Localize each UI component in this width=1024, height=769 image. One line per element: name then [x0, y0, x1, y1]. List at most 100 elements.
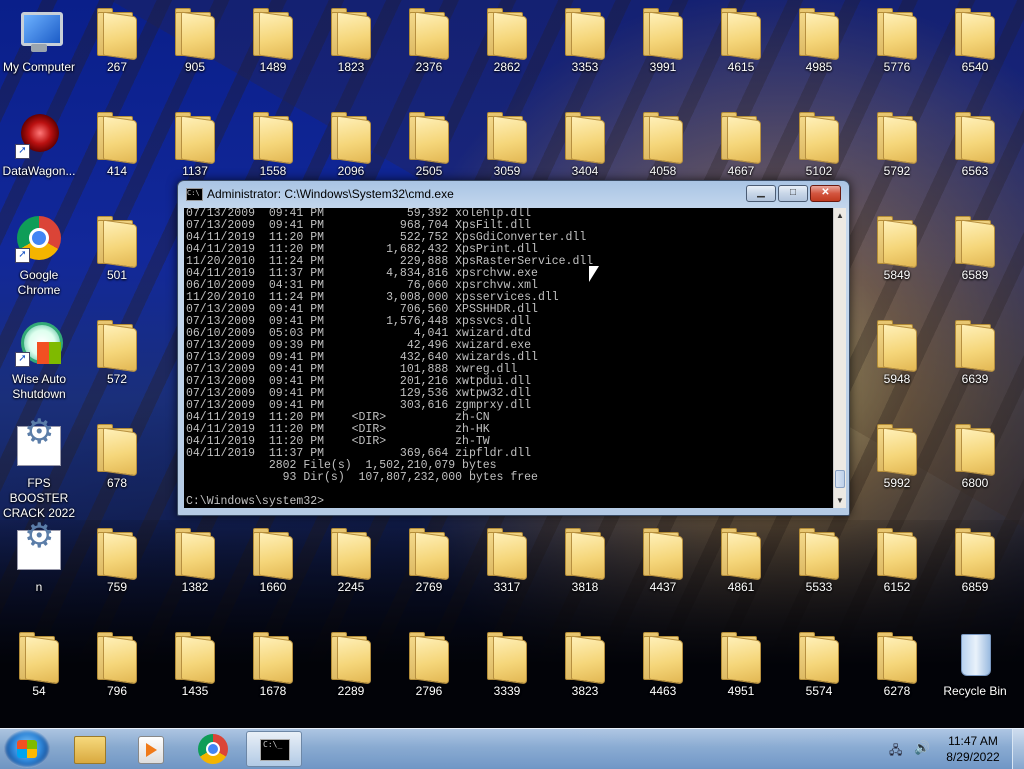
- wise-shutdown-icon: ➚: [15, 320, 63, 368]
- computer-icon: [15, 8, 63, 56]
- folder-desktop-icon[interactable]: 1382: [156, 522, 234, 620]
- folder-desktop-icon[interactable]: 759: [78, 522, 156, 620]
- folder-desktop-icon[interactable]: 6540: [936, 2, 1014, 100]
- recycle-bin-desktop-icon[interactable]: Recycle Bin: [936, 626, 1014, 724]
- folder-desktop-icon[interactable]: 2769: [390, 522, 468, 620]
- media-player-icon: [138, 736, 164, 764]
- folder-desktop-icon[interactable]: 5792: [858, 106, 936, 204]
- folder-desktop-icon[interactable]: 4615: [702, 2, 780, 100]
- icon-label: 6540: [961, 60, 989, 74]
- icon-label: Recycle Bin: [943, 684, 1007, 698]
- taskbar-cmd-button[interactable]: C:\_: [246, 731, 302, 767]
- taskbar-explorer-button[interactable]: [60, 731, 116, 767]
- folder-desktop-icon[interactable]: 6859: [936, 522, 1014, 620]
- folder-icon: [717, 112, 765, 165]
- icon-label: 2289: [337, 684, 365, 698]
- show-desktop-button[interactable]: [1012, 729, 1024, 769]
- folder-desktop-icon[interactable]: 1489: [234, 2, 312, 100]
- folder-icon: [249, 528, 297, 581]
- scroll-up-arrow-icon[interactable]: ▲: [834, 208, 846, 223]
- folder-desktop-icon[interactable]: 2289: [312, 626, 390, 724]
- folder-desktop-icon[interactable]: 905: [156, 2, 234, 100]
- folder-desktop-icon[interactable]: 2796: [390, 626, 468, 724]
- folder-desktop-icon[interactable]: 3317: [468, 522, 546, 620]
- folder-desktop-icon[interactable]: 4463: [624, 626, 702, 724]
- maximize-button[interactable]: □: [778, 185, 808, 202]
- google-chrome-desktop-icon[interactable]: ➚ Google Chrome: [0, 210, 78, 308]
- folder-desktop-icon[interactable]: 2862: [468, 2, 546, 100]
- folder-desktop-icon[interactable]: 6800: [936, 418, 1014, 516]
- scrollbar-thumb[interactable]: [835, 470, 845, 488]
- folder-desktop-icon[interactable]: 1823: [312, 2, 390, 100]
- folder-desktop-icon[interactable]: 267: [78, 2, 156, 100]
- icon-label: 2376: [415, 60, 443, 74]
- folder-desktop-icon[interactable]: 5533: [780, 522, 858, 620]
- folder-desktop-icon[interactable]: 4861: [702, 522, 780, 620]
- icon-label: 1382: [181, 580, 209, 594]
- folder-desktop-icon[interactable]: 796: [78, 626, 156, 724]
- vertical-scrollbar[interactable]: ▲ ▼: [833, 208, 846, 508]
- close-button[interactable]: ✕: [810, 185, 841, 202]
- folder-desktop-icon[interactable]: 54: [0, 626, 78, 724]
- folder-desktop-icon[interactable]: 5776: [858, 2, 936, 100]
- folder-desktop-icon[interactable]: 5948: [858, 314, 936, 412]
- folder-desktop-icon[interactable]: 414: [78, 106, 156, 204]
- icon-label: n: [35, 580, 43, 594]
- folder-desktop-icon[interactable]: 2376: [390, 2, 468, 100]
- scroll-down-arrow-icon[interactable]: ▼: [834, 493, 846, 508]
- folder-icon: [951, 8, 999, 61]
- console-output[interactable]: 07/13/2009 09:41 PM 59,392 xolehlp.dll 0…: [184, 208, 833, 508]
- folder-desktop-icon[interactable]: 4951: [702, 626, 780, 724]
- datawagon-desktop-icon[interactable]: ➚ DataWagon...: [0, 106, 78, 204]
- folder-desktop-icon[interactable]: 2245: [312, 522, 390, 620]
- folder-desktop-icon[interactable]: 6278: [858, 626, 936, 724]
- folder-icon: [405, 112, 453, 165]
- folder-icon: [405, 528, 453, 581]
- folder-desktop-icon[interactable]: 3823: [546, 626, 624, 724]
- start-button[interactable]: [4, 730, 50, 768]
- clock-date[interactable]: 8/29/2022: [940, 750, 1006, 764]
- folder-icon: [795, 8, 843, 61]
- folder-desktop-icon[interactable]: 5849: [858, 210, 936, 308]
- folder-desktop-icon[interactable]: 501: [78, 210, 156, 308]
- folder-desktop-icon[interactable]: 572: [78, 314, 156, 412]
- icon-label: 6278: [883, 684, 911, 698]
- volume-icon[interactable]: 🔊: [914, 740, 932, 758]
- minimize-button[interactable]: ▁: [746, 185, 776, 202]
- folder-desktop-icon[interactable]: 6152: [858, 522, 936, 620]
- folder-icon: [717, 8, 765, 61]
- network-icon[interactable]: 🖧: [889, 741, 905, 757]
- folder-desktop-icon[interactable]: 1678: [234, 626, 312, 724]
- my-computer-desktop-icon[interactable]: My Computer: [0, 2, 78, 100]
- icon-label: 5574: [805, 684, 833, 698]
- taskbar-media-player-button[interactable]: [122, 731, 178, 767]
- taskbar-chrome-button[interactable]: [184, 731, 240, 767]
- folder-desktop-icon[interactable]: 6563: [936, 106, 1014, 204]
- folder-desktop-icon[interactable]: 3353: [546, 2, 624, 100]
- n-desktop-icon[interactable]: n: [0, 522, 78, 620]
- wise-auto-shutdown-desktop-icon[interactable]: ➚ Wise Auto Shutdown: [0, 314, 78, 412]
- icon-label: 2096: [337, 164, 365, 178]
- icon-label: 759: [106, 580, 128, 594]
- cmd-window[interactable]: C:\ Administrator: C:\Windows\System32\c…: [177, 180, 850, 516]
- clock-time[interactable]: 11:47 AM: [940, 734, 1006, 748]
- folder-desktop-icon[interactable]: 6639: [936, 314, 1014, 412]
- folder-desktop-icon[interactable]: 678: [78, 418, 156, 516]
- window-titlebar[interactable]: C:\ Administrator: C:\Windows\System32\c…: [178, 181, 849, 207]
- folder-desktop-icon[interactable]: 1435: [156, 626, 234, 724]
- folder-icon: [93, 528, 141, 581]
- recycle-bin-icon: [951, 632, 999, 680]
- folder-desktop-icon[interactable]: 4985: [780, 2, 858, 100]
- folder-desktop-icon[interactable]: 5992: [858, 418, 936, 516]
- folder-desktop-icon[interactable]: 3991: [624, 2, 702, 100]
- folder-desktop-icon[interactable]: 3818: [546, 522, 624, 620]
- icon-label: 1660: [259, 580, 287, 594]
- fps-booster-desktop-icon[interactable]: FPS BOOSTER CRACK 2022: [0, 418, 78, 520]
- icon-label: 2862: [493, 60, 521, 74]
- folder-desktop-icon[interactable]: 1660: [234, 522, 312, 620]
- folder-desktop-icon[interactable]: 5574: [780, 626, 858, 724]
- icon-label: 501: [106, 268, 128, 282]
- folder-desktop-icon[interactable]: 4437: [624, 522, 702, 620]
- folder-desktop-icon[interactable]: 3339: [468, 626, 546, 724]
- folder-desktop-icon[interactable]: 6589: [936, 210, 1014, 308]
